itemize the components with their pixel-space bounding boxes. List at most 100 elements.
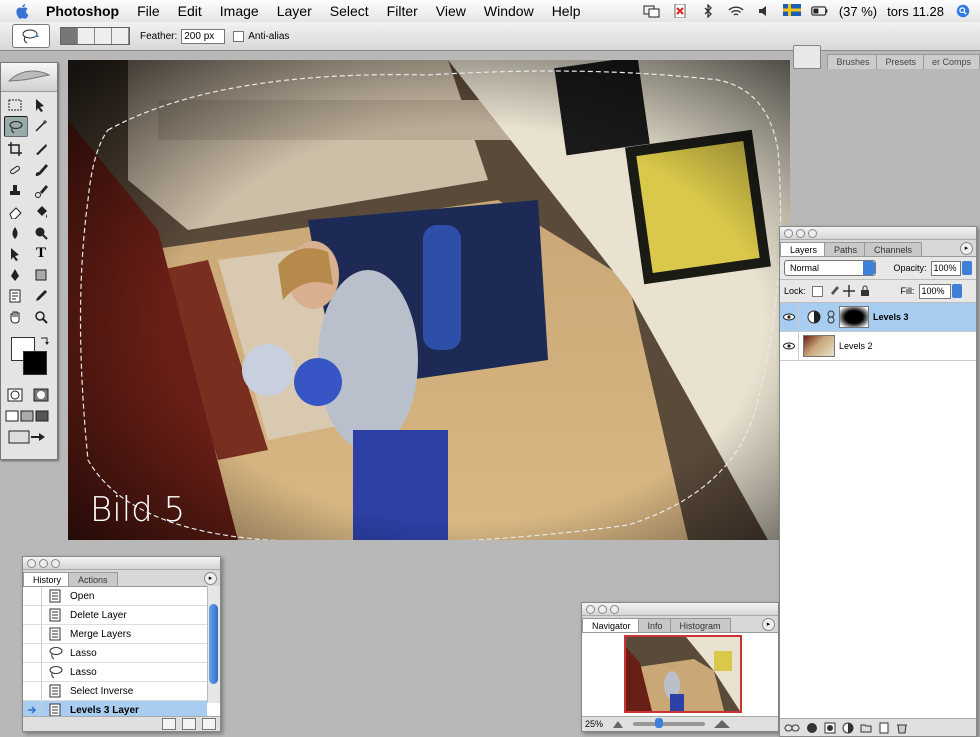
slice-tool-icon[interactable] bbox=[30, 139, 52, 158]
snapshot-icon[interactable] bbox=[182, 718, 196, 730]
minimize-icon[interactable] bbox=[39, 558, 48, 568]
clock[interactable]: tors 11.28 bbox=[887, 4, 944, 19]
menu-edit[interactable]: Edit bbox=[178, 3, 202, 19]
link-chain-icon[interactable] bbox=[827, 310, 835, 324]
zoom-tool-icon[interactable] bbox=[30, 307, 52, 326]
type-tool-icon[interactable]: T bbox=[30, 244, 52, 263]
scroll-thumb[interactable] bbox=[209, 604, 218, 684]
opacity-arrow-icon[interactable] bbox=[962, 261, 973, 275]
link-layers-icon[interactable] bbox=[784, 723, 800, 733]
notes-tool-icon[interactable] bbox=[4, 286, 26, 305]
swap-colors-icon[interactable] bbox=[39, 335, 51, 347]
history-brush-icon[interactable] bbox=[30, 181, 52, 200]
add-mask-icon[interactable] bbox=[824, 722, 836, 734]
toolbox-header[interactable] bbox=[1, 63, 57, 92]
swedish-flag-icon[interactable] bbox=[782, 4, 801, 18]
history-item[interactable]: Open bbox=[23, 587, 207, 606]
menu-layer[interactable]: Layer bbox=[277, 3, 312, 19]
history-item[interactable]: Select Inverse bbox=[23, 682, 207, 701]
lock-brush-icon[interactable] bbox=[827, 285, 839, 297]
navigator-preview[interactable] bbox=[624, 635, 742, 713]
zoom-slider[interactable] bbox=[633, 718, 706, 728]
new-layer-icon[interactable] bbox=[878, 722, 890, 734]
well-tab-brushes[interactable]: Brushes bbox=[827, 54, 879, 69]
quick-mask-mode-icon[interactable] bbox=[30, 385, 52, 404]
background-color-swatch[interactable] bbox=[23, 351, 47, 375]
minimize-icon[interactable] bbox=[796, 228, 805, 238]
new-group-icon[interactable] bbox=[860, 722, 872, 734]
menu-help[interactable]: Help bbox=[552, 3, 581, 19]
menu-window[interactable]: Window bbox=[484, 3, 534, 19]
close-icon[interactable] bbox=[784, 228, 793, 238]
blend-mode-select[interactable]: Normal bbox=[784, 260, 876, 276]
close-icon[interactable] bbox=[27, 558, 36, 568]
shape-tool-icon[interactable] bbox=[30, 265, 52, 284]
tab-histogram[interactable]: Histogram bbox=[669, 618, 731, 632]
file-browser-button[interactable] bbox=[793, 45, 822, 69]
zoom-out-icon[interactable] bbox=[611, 719, 625, 729]
zoom-slider-thumb[interactable] bbox=[655, 718, 664, 728]
panel-menu-icon[interactable]: ▸ bbox=[762, 618, 775, 631]
fill-arrow-icon[interactable] bbox=[951, 284, 962, 298]
magic-wand-icon[interactable] bbox=[30, 116, 52, 135]
marquee-tool-icon[interactable] bbox=[4, 95, 26, 114]
display-icon[interactable] bbox=[643, 4, 661, 18]
tab-paths[interactable]: Paths bbox=[824, 242, 868, 256]
document-canvas[interactable]: Bild 5 bbox=[68, 60, 790, 540]
layers-titlebar[interactable] bbox=[780, 227, 976, 240]
opacity-input[interactable]: 100% bbox=[930, 260, 962, 276]
crop-tool-icon[interactable] bbox=[4, 139, 26, 158]
trash-icon[interactable] bbox=[202, 718, 216, 730]
menu-image[interactable]: Image bbox=[220, 3, 259, 19]
layer-thumbnail[interactable] bbox=[803, 335, 835, 357]
zoom-level[interactable]: 25% bbox=[585, 719, 603, 729]
eye-icon[interactable] bbox=[780, 332, 799, 360]
history-item[interactable]: Merge Layers bbox=[23, 625, 207, 644]
history-item[interactable]: Lasso bbox=[23, 663, 207, 682]
tab-history[interactable]: History bbox=[23, 572, 72, 586]
menu-photoshop[interactable]: Photoshop bbox=[46, 3, 119, 19]
lock-move-icon[interactable] bbox=[842, 285, 855, 297]
history-scrollbar[interactable] bbox=[207, 586, 220, 703]
zoom-icon[interactable] bbox=[808, 228, 817, 238]
volume-icon[interactable] bbox=[755, 4, 773, 18]
navigator-titlebar[interactable] bbox=[582, 603, 778, 616]
menu-filter[interactable]: Filter bbox=[387, 3, 418, 19]
eraser-tool-icon[interactable] bbox=[4, 202, 26, 221]
lock-all-icon[interactable] bbox=[859, 285, 871, 297]
well-tab-presets[interactable]: Presets bbox=[876, 54, 925, 69]
tab-layers[interactable]: Layers bbox=[780, 242, 828, 256]
well-tab-comps[interactable]: er Comps bbox=[922, 54, 980, 69]
healing-brush-icon[interactable] bbox=[4, 160, 26, 179]
tab-channels[interactable]: Channels bbox=[864, 242, 923, 256]
brush-tool-icon[interactable] bbox=[30, 160, 52, 179]
fill-input[interactable]: 100% bbox=[918, 283, 951, 299]
new-document-icon[interactable] bbox=[162, 718, 176, 730]
bluetooth-icon[interactable] bbox=[699, 4, 717, 18]
tool-preset-picker[interactable] bbox=[12, 24, 50, 48]
eyedropper-icon[interactable] bbox=[30, 286, 52, 305]
paint-bucket-icon[interactable] bbox=[30, 202, 52, 221]
panel-menu-icon[interactable]: ▸ bbox=[960, 242, 973, 255]
spotlight-icon[interactable] bbox=[954, 4, 972, 18]
tab-navigator[interactable]: Navigator bbox=[582, 618, 641, 632]
menu-view[interactable]: View bbox=[436, 3, 466, 19]
hand-tool-icon[interactable] bbox=[4, 307, 26, 326]
close-icon[interactable] bbox=[586, 604, 595, 614]
zoom-icon[interactable] bbox=[51, 558, 60, 568]
panel-menu-icon[interactable]: ▸ bbox=[204, 572, 217, 585]
path-selection-icon[interactable] bbox=[4, 244, 26, 263]
new-adjustment-layer-icon[interactable] bbox=[842, 722, 854, 734]
delete-layer-icon[interactable] bbox=[896, 722, 908, 734]
new-selection-button[interactable] bbox=[61, 28, 78, 44]
menu-file[interactable]: File bbox=[137, 3, 160, 19]
layer-row[interactable]: Levels 3 bbox=[780, 303, 976, 332]
feather-input[interactable] bbox=[181, 28, 226, 44]
eye-icon[interactable] bbox=[780, 303, 799, 331]
pen-tool-icon[interactable] bbox=[4, 265, 26, 284]
subtract-from-selection-button[interactable] bbox=[95, 28, 112, 44]
battery-icon[interactable] bbox=[811, 4, 829, 18]
tab-info[interactable]: Info bbox=[637, 618, 673, 632]
error-icon[interactable] bbox=[671, 4, 689, 18]
lasso-tool-icon[interactable] bbox=[4, 116, 28, 137]
